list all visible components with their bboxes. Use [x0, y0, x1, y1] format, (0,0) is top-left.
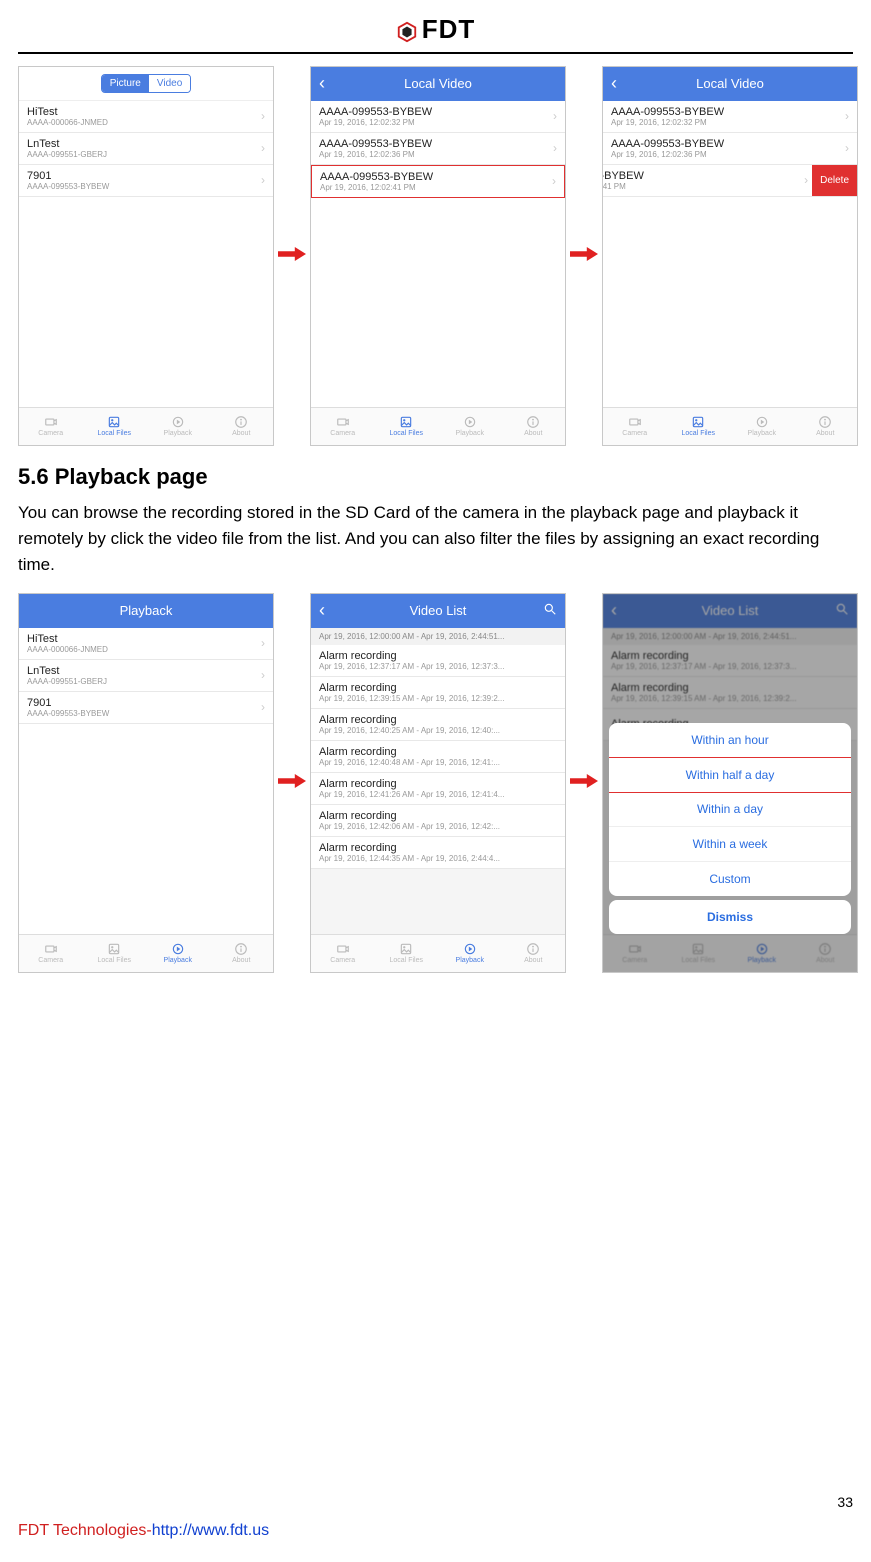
chevron-right-icon: ›	[552, 174, 556, 188]
list-item[interactable]: AAAA-099553-BYBEWApr 19, 2016, 12:02:41 …	[311, 165, 565, 198]
navbar: Playback	[19, 594, 273, 628]
arrow-icon	[278, 244, 306, 267]
nav-segmented: Picture Video	[19, 67, 273, 101]
tab-about[interactable]: About	[502, 408, 566, 445]
list-item[interactable]: LnTestAAAA-099551-GBERJ›	[19, 133, 273, 165]
list-item[interactable]: AAAA-099553-BYBEWApr 19, 2016, 12:02:36 …	[311, 133, 565, 165]
list-item[interactable]: Alarm recordingApr 19, 2016, 12:44:35 AM…	[311, 837, 565, 869]
chevron-right-icon: ›	[553, 141, 557, 155]
list-item[interactable]: Alarm recordingApr 19, 2016, 12:42:06 AM…	[311, 805, 565, 837]
chevron-right-icon: ›	[261, 173, 265, 187]
navbar: ‹ Video List	[311, 594, 565, 628]
tab-playback[interactable]: Playback	[438, 408, 502, 445]
chevron-right-icon: ›	[261, 109, 265, 123]
list-item[interactable]: Alarm recordingApr 19, 2016, 12:37:17 AM…	[311, 645, 565, 677]
tab-local-files[interactable]: Local Files	[83, 408, 147, 445]
nav-title: Local Video	[696, 76, 764, 91]
list-item[interactable]: HiTestAAAA-000066-JNMED›	[19, 101, 273, 133]
list-item[interactable]: 7901AAAA-099553-BYBEW›	[19, 692, 273, 724]
list-item[interactable]: Alarm recordingApr 19, 2016, 12:39:15 AM…	[311, 677, 565, 709]
dismiss-button[interactable]: Dismiss	[609, 900, 851, 934]
filter-option[interactable]: Within an hour	[609, 723, 851, 758]
list-item[interactable]: 9553-BYBEW, 12:02:41 PM›Delete	[603, 165, 857, 197]
back-icon[interactable]: ‹	[319, 73, 325, 94]
tab-local-files[interactable]: Local Files	[375, 935, 439, 972]
chevron-right-icon: ›	[261, 700, 265, 714]
nav-title: Playback	[120, 603, 173, 618]
arrow-icon	[278, 771, 306, 794]
nav-title: Local Video	[404, 76, 472, 91]
chevron-right-icon: ›	[804, 173, 808, 187]
tab-camera[interactable]: Camera	[19, 408, 83, 445]
tab-playback[interactable]: Playback	[730, 408, 794, 445]
logo: FDT	[396, 14, 476, 45]
page-number: 33	[837, 1494, 853, 1510]
phone-local-files: Picture Video HiTestAAAA-000066-JNMED›Ln…	[18, 66, 274, 446]
footer-url: http://www.fdt.us	[152, 1522, 269, 1539]
seg-picture[interactable]: Picture	[102, 75, 149, 92]
list-item[interactable]: AAAA-099553-BYBEWApr 19, 2016, 12:02:36 …	[603, 133, 857, 165]
phone-local-video: ‹ Local Video AAAA-099553-BYBEWApr 19, 2…	[310, 66, 566, 446]
action-sheet: Within an hourWithin half a dayWithin a …	[609, 723, 851, 934]
phone-video-list-filter: ‹ Video List Apr 19, 2016, 12:00:00 AM -…	[602, 593, 858, 973]
logo-text: FDT	[422, 14, 476, 45]
search-icon[interactable]	[543, 602, 557, 619]
chevron-right-icon: ›	[261, 668, 265, 682]
list-item[interactable]: Alarm recordingApr 19, 2016, 12:40:48 AM…	[311, 741, 565, 773]
tab-local-files[interactable]: Local Files	[667, 408, 731, 445]
tab-about[interactable]: About	[210, 408, 274, 445]
list-item[interactable]: AAAA-099553-BYBEWApr 19, 2016, 12:02:32 …	[603, 101, 857, 133]
list-item[interactable]: AAAA-099553-BYBEWApr 19, 2016, 12:02:32 …	[311, 101, 565, 133]
filter-option[interactable]: Custom	[609, 862, 851, 896]
tab-playback[interactable]: Playback	[146, 408, 210, 445]
tab-about[interactable]: About	[794, 408, 858, 445]
nav-title: Video List	[410, 603, 467, 618]
footer-company: FDT Technologies-	[18, 1522, 152, 1539]
chevron-right-icon: ›	[261, 141, 265, 155]
tab-playback[interactable]: Playback	[438, 935, 502, 972]
phone-local-video-swipe: ‹ Local Video AAAA-099553-BYBEWApr 19, 2…	[602, 66, 858, 446]
page-footer: 33 FDT Technologies-http://www.fdt.us	[18, 1522, 853, 1540]
list-item[interactable]: Alarm recordingApr 19, 2016, 12:41:26 AM…	[311, 773, 565, 805]
tab-camera[interactable]: Camera	[603, 408, 667, 445]
phone-video-list: ‹ Video List Apr 19, 2016, 12:00:00 AM -…	[310, 593, 566, 973]
chevron-right-icon: ›	[845, 141, 849, 155]
filter-option[interactable]: Within a week	[609, 827, 851, 862]
chevron-right-icon: ›	[845, 109, 849, 123]
screenshot-row-1: Picture Video HiTestAAAA-000066-JNMED›Ln…	[18, 66, 853, 446]
tab-playback[interactable]: Playback	[146, 935, 210, 972]
list-item[interactable]: 7901AAAA-099553-BYBEW›	[19, 165, 273, 197]
seg-video[interactable]: Video	[149, 75, 190, 92]
back-icon[interactable]: ‹	[611, 73, 617, 94]
tab-camera[interactable]: Camera	[311, 935, 375, 972]
arrow-icon	[570, 244, 598, 267]
tab-about[interactable]: About	[502, 935, 566, 972]
filter-option[interactable]: Within half a day	[609, 757, 851, 793]
chevron-right-icon: ›	[261, 636, 265, 650]
page-header: FDT	[18, 0, 853, 54]
date-range-header: Apr 19, 2016, 12:00:00 AM - Apr 19, 2016…	[311, 628, 565, 645]
screenshot-row-2: Playback HiTestAAAA-000066-JNMED›LnTestA…	[18, 593, 853, 973]
section-heading: 5.6 Playback page	[18, 464, 853, 490]
list-item[interactable]: HiTestAAAA-000066-JNMED›	[19, 628, 273, 660]
tab-local-files[interactable]: Local Files	[83, 935, 147, 972]
back-icon[interactable]: ‹	[319, 600, 325, 621]
chevron-right-icon: ›	[553, 109, 557, 123]
tab-about[interactable]: About	[210, 935, 274, 972]
delete-button[interactable]: Delete	[812, 165, 857, 196]
logo-icon	[396, 19, 418, 41]
segmented-control[interactable]: Picture Video	[101, 74, 192, 93]
navbar: ‹ Local Video	[603, 67, 857, 101]
arrow-icon	[570, 771, 598, 794]
list-item[interactable]: Alarm recordingApr 19, 2016, 12:40:25 AM…	[311, 709, 565, 741]
list-item[interactable]: LnTestAAAA-099551-GBERJ›	[19, 660, 273, 692]
tab-local-files[interactable]: Local Files	[375, 408, 439, 445]
navbar: ‹ Local Video	[311, 67, 565, 101]
section-body: You can browse the recording stored in t…	[18, 500, 853, 579]
filter-option[interactable]: Within a day	[609, 792, 851, 827]
tab-camera[interactable]: Camera	[311, 408, 375, 445]
phone-playback: Playback HiTestAAAA-000066-JNMED›LnTestA…	[18, 593, 274, 973]
tab-camera[interactable]: Camera	[19, 935, 83, 972]
